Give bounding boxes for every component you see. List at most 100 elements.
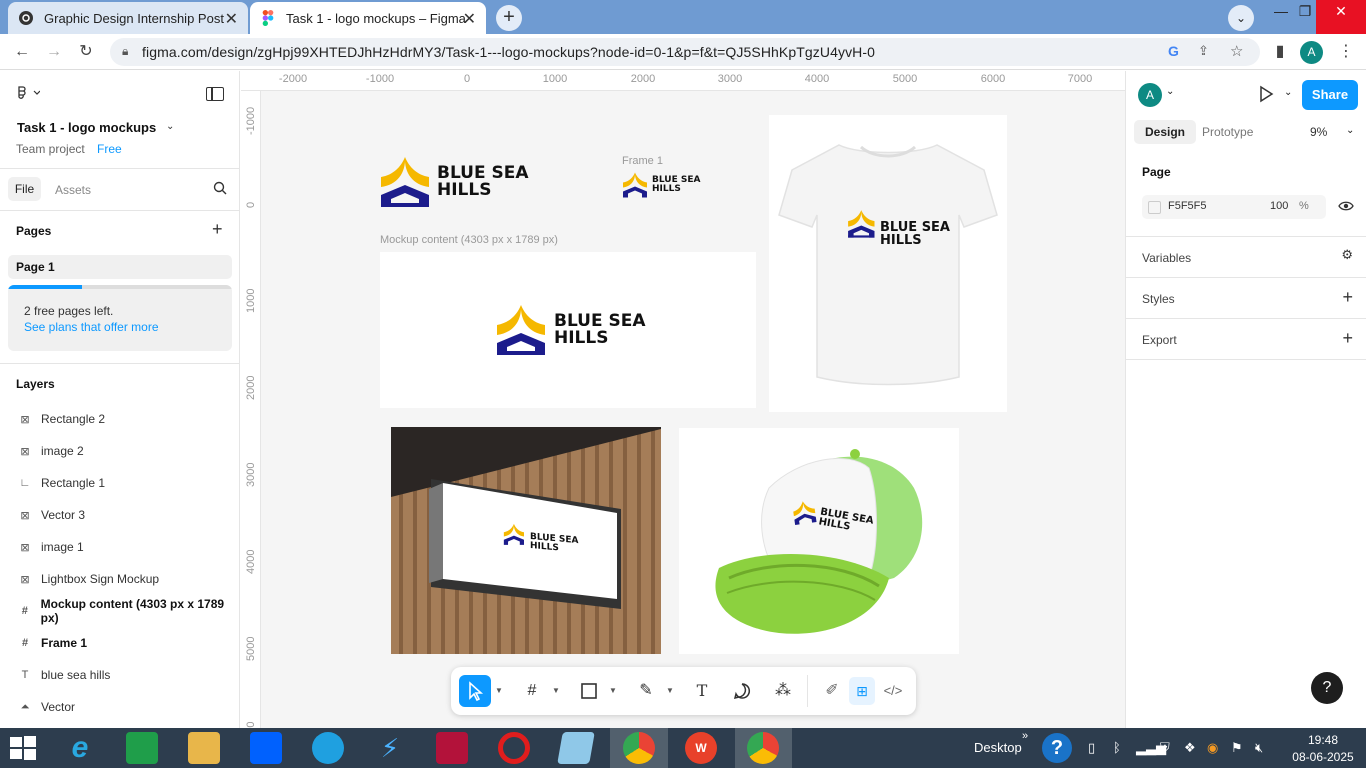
layer-image-1[interactable]: ⊠ image 1 [0, 531, 240, 563]
present-play-icon[interactable] [1258, 85, 1274, 106]
chevron-down-icon[interactable]: ⌄ [1346, 125, 1354, 136]
bluetooth-icon[interactable]: ᛒ [1113, 740, 1121, 755]
back-icon[interactable]: ← [10, 40, 34, 64]
layer-lightbox-sign[interactable]: ⊠ Lightbox Sign Mockup [0, 563, 240, 595]
tab-figma[interactable]: Task 1 - logo mockups – Figma ✕ [250, 2, 486, 34]
frame-tool-icon[interactable]: # [517, 677, 547, 705]
address-bar[interactable]: 🔒︎ figma.com/design/zgHpj99XHTEDJhHzHdrM… [110, 38, 1260, 66]
layer-blue-sea-hills[interactable]: Tblue sea hills [0, 659, 240, 691]
flag-icon[interactable]: ⚑ [1231, 740, 1243, 756]
add-export-icon[interactable]: + [1342, 328, 1353, 349]
logo-standalone[interactable]: BLUE SEA HILLS [379, 155, 529, 209]
share-page-icon[interactable]: ⇪ [1198, 43, 1209, 59]
tshirt-mockup-image[interactable]: BLUE SEA HILLS [769, 115, 1007, 412]
layer-vector-3[interactable]: ⊠ Vector 3 [0, 499, 240, 531]
dev-mode-icon[interactable]: ⊞ [849, 677, 875, 705]
chevron-down-icon[interactable]: ⌄ [1284, 87, 1292, 98]
page-item-page-1[interactable]: Page 1 [8, 255, 232, 279]
tab-file[interactable]: File [8, 177, 41, 201]
chevron-down-icon[interactable]: ▼ [609, 677, 619, 705]
bg-opacity-value[interactable]: 100 [1270, 200, 1288, 212]
store-icon[interactable] [126, 732, 158, 764]
help-button[interactable]: ? [1311, 672, 1343, 704]
variables-settings-icon[interactable]: ⚙ [1341, 247, 1353, 263]
layer-rectangle-2[interactable]: ⊠ Rectangle 2 [0, 403, 240, 435]
dropbox-tray-icon[interactable]: ❖ [1184, 740, 1196, 756]
google-icon[interactable]: G [1168, 43, 1179, 59]
text-tool-icon[interactable]: T [687, 677, 717, 705]
wps-office-icon[interactable]: W [685, 732, 717, 764]
internet-explorer-icon[interactable]: e [64, 732, 96, 764]
notes-app-icon[interactable] [557, 732, 595, 764]
chrome-icon[interactable] [747, 732, 779, 764]
code-icon[interactable]: </> [878, 677, 908, 705]
chevron-down-icon[interactable]: ▼ [552, 677, 562, 705]
clock-date[interactable]: 08-06-2025 [1290, 750, 1356, 764]
acrobat-icon[interactable] [436, 732, 468, 764]
chevron-down-icon[interactable]: ⌄ [1166, 86, 1174, 97]
comment-tool-icon[interactable] [727, 677, 757, 705]
clock-time[interactable]: 19:48 [1290, 733, 1356, 747]
tab-prototype[interactable]: Prototype [1202, 125, 1253, 139]
browser-menu-icon[interactable]: ⋮ [1334, 40, 1358, 64]
mockup-content-frame[interactable]: BLUE SEA HILLS [380, 252, 756, 408]
logo-frame-1[interactable]: BLUE SEA HILLS [622, 171, 700, 199]
close-window-icon[interactable]: ✕ [1316, 0, 1366, 34]
zoom-level[interactable]: 9% [1310, 125, 1327, 139]
layer-image-2[interactable]: ⊠ image 2 [0, 435, 240, 467]
components-icon[interactable]: ⁂ [768, 677, 798, 705]
see-plans-link[interactable]: See plans that offer more [24, 320, 159, 334]
share-button[interactable]: Share [1302, 80, 1358, 110]
opera-icon[interactable] [498, 732, 530, 764]
rectangle-tool-icon[interactable] [574, 677, 604, 705]
tab-search-icon[interactable]: ⌄ [1228, 5, 1254, 31]
chevron-down-icon[interactable]: ▼ [666, 677, 676, 705]
chrome-icon[interactable] [623, 732, 655, 764]
mockup-content-label[interactable]: Mockup content (4303 px x 1789 px) [380, 234, 558, 246]
dropbox-icon[interactable] [250, 732, 282, 764]
color-swatch[interactable] [1148, 201, 1161, 214]
volume-muted-icon[interactable]: 🔇︎ [1255, 740, 1263, 756]
tab-design[interactable]: Design [1134, 120, 1196, 144]
file-explorer-icon[interactable] [188, 732, 220, 764]
chevron-double-right-icon[interactable]: » [1022, 730, 1028, 742]
plan-badge[interactable]: Free [97, 142, 122, 156]
toggle-sidebar-icon[interactable] [206, 87, 224, 101]
figma-menu-icon[interactable] [16, 85, 41, 105]
tray-device-icon[interactable]: ▯ [1088, 740, 1095, 756]
pen-tool-icon[interactable]: ✎ [631, 677, 661, 705]
tab-graphic-design[interactable]: Graphic Design Internship Post ✕ [8, 2, 248, 34]
forward-icon[interactable]: → [42, 40, 66, 64]
edge-icon[interactable] [312, 732, 344, 764]
add-page-icon[interactable]: + [212, 219, 223, 240]
file-title[interactable]: Task 1 - logo mockups [17, 120, 156, 135]
layer-vector[interactable]: ⏶ Vector [0, 691, 240, 723]
windows-start-icon[interactable] [10, 736, 36, 763]
layer-mockup-content[interactable]: # Mockup content (4303 px x 1789 px) [0, 595, 240, 627]
security-icon[interactable]: ⛨ [1160, 740, 1170, 756]
lightbox-sign-mockup-image[interactable]: BLUE SEA HILLS [391, 427, 661, 654]
desktop-toolbar-label[interactable]: Desktop [974, 740, 1022, 755]
lightning-app-icon[interactable]: ⚡ [374, 732, 406, 764]
reload-icon[interactable]: ↻ [74, 40, 98, 64]
close-tab-icon[interactable]: ✕ [463, 9, 476, 29]
move-tool-button[interactable] [459, 675, 491, 707]
draw-tool-icon[interactable]: ✐ [817, 677, 847, 705]
search-icon[interactable] [213, 181, 227, 198]
help-question-icon[interactable]: ? [1042, 733, 1072, 763]
user-avatar[interactable]: A [1138, 83, 1162, 107]
layer-frame-1[interactable]: # Frame 1 [0, 627, 240, 659]
tab-assets[interactable]: Assets [55, 183, 91, 197]
frame-1-label[interactable]: Frame 1 [622, 155, 663, 167]
eye-visibility-icon[interactable] [1338, 199, 1354, 216]
bg-color-field[interactable]: F5F5F5 100 % [1142, 195, 1326, 219]
chevron-down-icon[interactable]: ▼ [495, 677, 505, 705]
url-text[interactable]: figma.com/design/zgHpj99XHTEDJhHzHdrMY3/… [142, 44, 875, 60]
cap-mockup-image[interactable]: BLUE SEA HILLS [679, 428, 959, 654]
file-menu-chevron-icon[interactable]: ⌄ [166, 121, 174, 132]
figma-canvas[interactable]: -2000 -1000 0 1000 2000 3000 4000 5000 6… [241, 71, 1125, 728]
close-tab-icon[interactable]: ✕ [225, 9, 238, 29]
side-panel-icon[interactable]: ▮ [1268, 40, 1292, 64]
update-tray-icon[interactable]: ◉ [1207, 740, 1218, 756]
add-style-icon[interactable]: + [1342, 287, 1353, 308]
